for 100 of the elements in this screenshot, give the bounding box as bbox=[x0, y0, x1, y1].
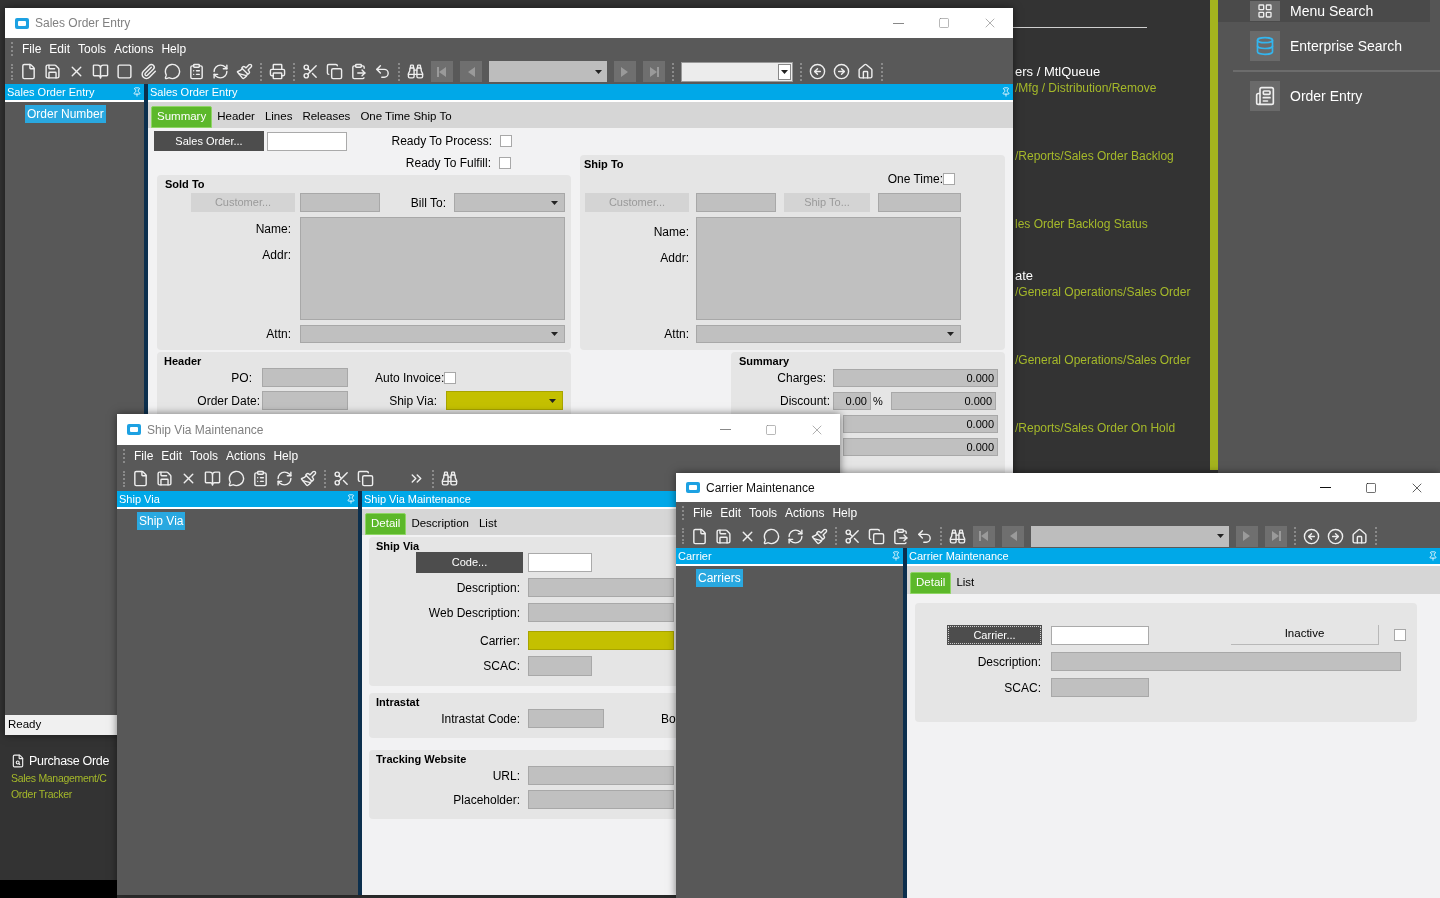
menu-item[interactable]: Tools bbox=[745, 504, 782, 522]
previous-record-button[interactable] bbox=[1002, 525, 1024, 547]
forward-icon[interactable] bbox=[833, 63, 850, 80]
paste-icon[interactable] bbox=[350, 63, 367, 80]
checkbox[interactable] bbox=[444, 371, 457, 384]
cut-icon[interactable] bbox=[844, 527, 861, 545]
text-field[interactable] bbox=[262, 368, 348, 387]
copy-icon[interactable] bbox=[868, 527, 885, 545]
address-field[interactable] bbox=[696, 217, 961, 320]
home-icon[interactable] bbox=[1351, 527, 1368, 545]
menu-item[interactable]: Actions bbox=[110, 39, 158, 58]
menu-item[interactable]: Actions bbox=[222, 446, 270, 465]
menu-item[interactable]: Help bbox=[157, 39, 191, 58]
menu-item[interactable]: Tools bbox=[186, 446, 223, 465]
binoculars-icon[interactable] bbox=[407, 63, 424, 80]
back-icon[interactable] bbox=[1303, 527, 1320, 545]
carrier-field[interactable] bbox=[1051, 625, 1149, 645]
record-dropdown[interactable] bbox=[1031, 525, 1229, 547]
attention-dropdown[interactable] bbox=[300, 325, 565, 343]
tab[interactable]: Releases bbox=[297, 106, 356, 128]
result-title[interactable]: ate bbox=[1015, 266, 1210, 283]
last-record-button[interactable] bbox=[1265, 525, 1287, 547]
undo-icon[interactable] bbox=[374, 63, 391, 80]
tab[interactable]: One Time Ship To bbox=[355, 106, 457, 128]
checkbox[interactable] bbox=[499, 157, 511, 169]
binoculars-icon[interactable] bbox=[949, 527, 966, 545]
cut-icon[interactable] bbox=[333, 470, 350, 487]
pin-icon[interactable] bbox=[1001, 87, 1011, 97]
text-field[interactable]: 0.000 bbox=[843, 415, 998, 433]
pin-icon[interactable] bbox=[1428, 551, 1438, 561]
menu-item[interactable]: File bbox=[689, 504, 717, 522]
ship-via-dropdown[interactable] bbox=[446, 391, 563, 410]
tab[interactable]: Header bbox=[212, 106, 260, 128]
tab[interactable]: List bbox=[951, 572, 980, 594]
text-field[interactable] bbox=[696, 193, 776, 212]
chat-bubble-icon[interactable] bbox=[164, 63, 181, 80]
pin-icon[interactable] bbox=[346, 494, 356, 504]
result-title[interactable]: ers / MtlQueue bbox=[1015, 62, 1210, 79]
text-field[interactable] bbox=[262, 391, 348, 410]
text-field[interactable] bbox=[528, 578, 674, 597]
checkbox[interactable] bbox=[1394, 629, 1406, 641]
binoculars-icon[interactable] bbox=[441, 470, 458, 487]
text-field[interactable] bbox=[300, 193, 380, 212]
tab[interactable]: Lines bbox=[259, 106, 298, 128]
paperclip-icon[interactable] bbox=[140, 63, 157, 80]
text-field[interactable] bbox=[528, 603, 674, 622]
menu-item[interactable]: Actions bbox=[781, 504, 829, 522]
address-field[interactable] bbox=[300, 217, 565, 320]
brush-icon[interactable] bbox=[236, 63, 253, 80]
tab[interactable]: List bbox=[473, 513, 502, 535]
first-record-button[interactable] bbox=[431, 61, 453, 82]
text-field[interactable] bbox=[528, 709, 604, 728]
pin-icon[interactable] bbox=[891, 551, 901, 561]
copy-icon[interactable] bbox=[326, 63, 343, 80]
menu-item[interactable]: Edit bbox=[45, 39, 75, 58]
side-menu-item[interactable]: Menu Search bbox=[1218, 0, 1430, 22]
cut-icon[interactable] bbox=[302, 63, 319, 80]
menu-item[interactable]: Tools bbox=[74, 39, 111, 58]
save-icon[interactable] bbox=[715, 527, 732, 545]
back-icon[interactable] bbox=[809, 63, 826, 80]
checkbox[interactable] bbox=[500, 135, 512, 147]
next-record-button[interactable] bbox=[1236, 525, 1258, 547]
book-icon[interactable] bbox=[92, 63, 109, 80]
bill-to-dropdown[interactable] bbox=[454, 193, 565, 212]
refresh-icon[interactable] bbox=[212, 63, 229, 80]
refresh-icon[interactable] bbox=[276, 470, 293, 487]
save-icon[interactable] bbox=[44, 63, 61, 80]
text-field[interactable] bbox=[528, 790, 674, 809]
menu-item[interactable]: Help bbox=[828, 504, 862, 522]
chat-bubble-icon[interactable] bbox=[228, 470, 245, 487]
paste-icon[interactable] bbox=[892, 527, 909, 545]
pin-icon[interactable] bbox=[132, 87, 142, 97]
menu-item[interactable]: Edit bbox=[157, 446, 187, 465]
book-icon[interactable] bbox=[204, 470, 221, 487]
print-icon[interactable] bbox=[269, 63, 286, 80]
menu-item[interactable]: Edit bbox=[716, 504, 746, 522]
carrier-button[interactable]: Carrier... bbox=[947, 625, 1042, 645]
text-field[interactable] bbox=[1051, 652, 1401, 671]
note-icon[interactable] bbox=[116, 63, 133, 80]
home-icon[interactable] bbox=[857, 63, 874, 80]
text-field[interactable] bbox=[528, 656, 592, 676]
attention-dropdown[interactable] bbox=[696, 325, 961, 343]
new-file-icon[interactable] bbox=[20, 63, 37, 80]
save-icon[interactable] bbox=[156, 470, 173, 487]
last-record-button[interactable] bbox=[643, 61, 665, 82]
checkbox[interactable] bbox=[943, 173, 955, 185]
clipboard-icon[interactable] bbox=[252, 470, 269, 487]
previous-record-button[interactable] bbox=[460, 61, 482, 82]
order-number-field[interactable] bbox=[267, 131, 347, 151]
menu-item[interactable]: File bbox=[130, 446, 158, 465]
code-button[interactable]: Code... bbox=[416, 552, 523, 573]
first-record-button[interactable] bbox=[973, 525, 995, 547]
sales-order-button[interactable]: Sales Order... bbox=[154, 131, 264, 151]
chat-bubble-icon[interactable] bbox=[763, 527, 780, 545]
brush-icon[interactable] bbox=[300, 470, 317, 487]
text-field[interactable]: 0.000 bbox=[843, 438, 998, 456]
text-field[interactable]: 0.000 bbox=[833, 369, 998, 387]
forward-icon[interactable] bbox=[1327, 527, 1344, 545]
text-field[interactable]: 0.000 bbox=[891, 392, 996, 410]
undo-icon[interactable] bbox=[916, 527, 933, 545]
